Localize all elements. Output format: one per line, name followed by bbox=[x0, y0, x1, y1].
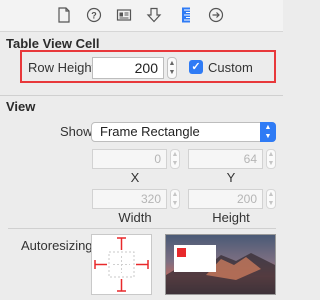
connections-icon[interactable] bbox=[208, 7, 224, 23]
width-label: Width bbox=[118, 210, 152, 225]
y-stepper[interactable]: ▲ ▼ bbox=[266, 149, 276, 169]
section-divider bbox=[0, 95, 283, 96]
x-label: X bbox=[130, 170, 140, 185]
identity-icon[interactable] bbox=[116, 7, 132, 23]
preview-view-marker bbox=[177, 248, 186, 257]
autoresizing-mask-control[interactable] bbox=[91, 234, 152, 295]
show-select-value: Frame Rectangle bbox=[100, 124, 200, 139]
row-height-label: Row Height bbox=[28, 60, 96, 75]
svg-text:?: ? bbox=[91, 11, 97, 21]
x-field[interactable]: 0 bbox=[92, 149, 167, 169]
attributes-icon[interactable] bbox=[146, 7, 162, 23]
file-icon[interactable] bbox=[56, 7, 72, 23]
autoresizing-label: Autoresizing bbox=[21, 238, 93, 253]
stepper-up-icon[interactable]: ▲ bbox=[168, 60, 176, 68]
stepper-up-icon[interactable]: ▲ bbox=[171, 151, 179, 159]
table-view-cell-title: Table View Cell bbox=[6, 36, 100, 51]
row-height-stepper[interactable]: ▲ ▼ bbox=[167, 57, 177, 79]
view-section-title: View bbox=[6, 99, 36, 114]
stepper-down-icon[interactable]: ▼ bbox=[171, 160, 179, 168]
show-label: Show bbox=[60, 124, 93, 139]
stepper-up-icon[interactable]: ▲ bbox=[267, 191, 275, 199]
height-field[interactable]: 200 bbox=[188, 189, 263, 209]
x-stepper[interactable]: ▲ ▼ bbox=[170, 149, 180, 169]
stepper-up-icon[interactable]: ▲ bbox=[171, 191, 179, 199]
stepper-down-icon[interactable]: ▼ bbox=[267, 160, 275, 168]
autoresizing-preview bbox=[165, 234, 276, 295]
autoresizing-divider bbox=[8, 228, 276, 229]
preview-window bbox=[174, 245, 216, 272]
row-height-field[interactable]: 200 bbox=[92, 57, 164, 79]
width-field[interactable]: 320 bbox=[92, 189, 167, 209]
stepper-down-icon[interactable]: ▼ bbox=[168, 69, 176, 77]
height-stepper[interactable]: ▲ ▼ bbox=[266, 189, 276, 209]
size-icon[interactable] bbox=[178, 7, 194, 23]
height-label: Height bbox=[212, 210, 250, 225]
show-select[interactable]: Frame Rectangle ▲ ▼ bbox=[91, 122, 276, 142]
stepper-down-icon[interactable]: ▼ bbox=[267, 200, 275, 208]
width-stepper[interactable]: ▲ ▼ bbox=[170, 189, 180, 209]
y-field[interactable]: 64 bbox=[188, 149, 263, 169]
chevron-updown-icon[interactable]: ▲ ▼ bbox=[260, 122, 276, 142]
custom-checkbox[interactable]: ✓ bbox=[189, 60, 203, 74]
inspector-toolbar: ? bbox=[0, 0, 283, 32]
stepper-up-icon[interactable]: ▲ bbox=[267, 151, 275, 159]
stepper-down-icon[interactable]: ▼ bbox=[171, 200, 179, 208]
help-icon[interactable]: ? bbox=[86, 7, 102, 23]
y-label: Y bbox=[226, 170, 236, 185]
custom-label: Custom bbox=[208, 60, 253, 75]
